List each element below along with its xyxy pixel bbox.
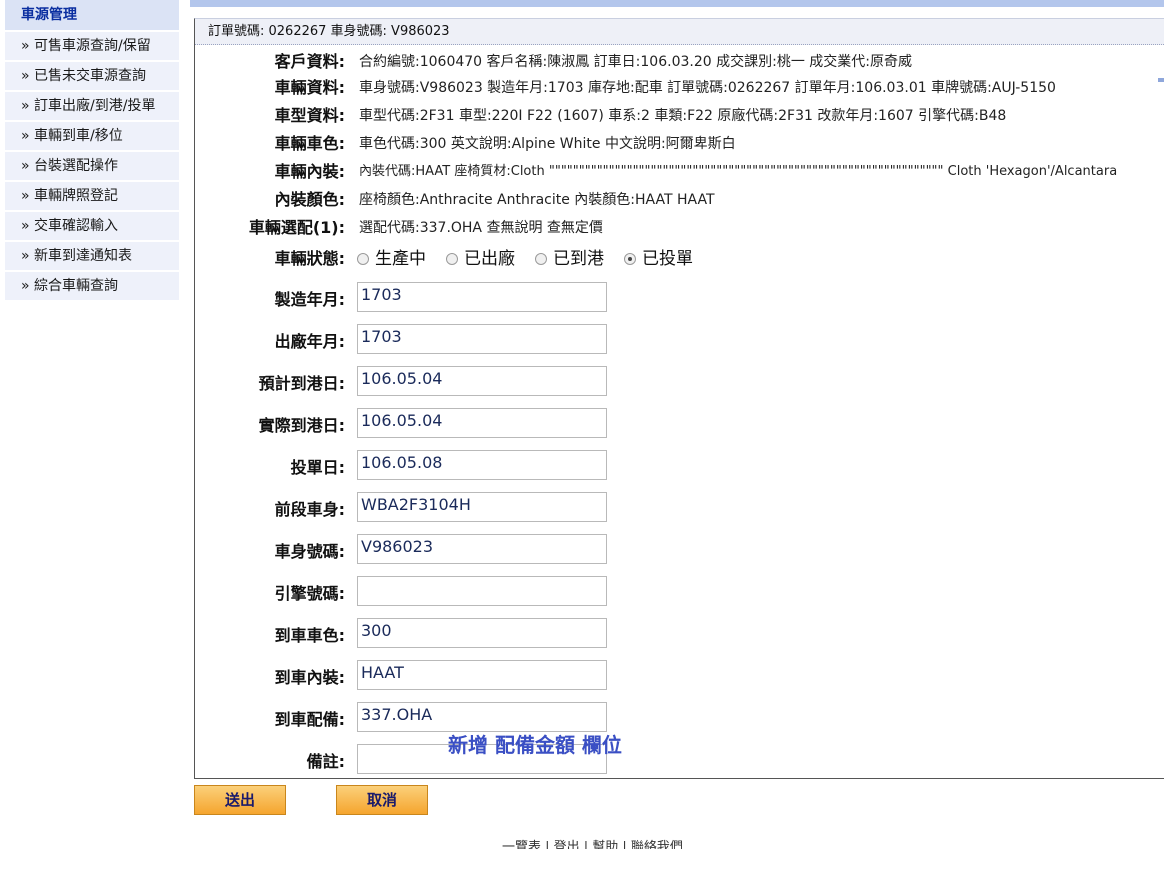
radio-button-selected[interactable]: [624, 253, 636, 265]
vin-prefix-input[interactable]: WBA2F3104H: [357, 492, 607, 522]
info-value: 車色代碼:300 英文說明:Alpine White 中文說明:阿爾卑斯白: [359, 136, 736, 152]
actual-arrival-input[interactable]: 106.05.04: [357, 408, 607, 438]
factory-month-input[interactable]: 1703: [357, 324, 607, 354]
field-label-arrival-interior: 到車內裝:: [274, 668, 345, 687]
estimated-arrival-input[interactable]: 106.05.04: [357, 366, 607, 396]
vehicle-detail-panel: 訂單號碼: 0262267 車身號碼: V986023 客戶資料: 合約編號:1…: [194, 18, 1164, 779]
submit-button[interactable]: 送出: [194, 785, 286, 815]
annotation-note: 新增 配備金額 欄位: [448, 733, 622, 757]
radio-label: 已投單: [642, 249, 693, 269]
radio-label: 已到港: [553, 249, 604, 269]
sidebar-item-delivery-confirm[interactable]: » 交車確認輸入: [5, 212, 179, 240]
footer-links[interactable]: 一覽表 | 登出 | 幫助 | 聯絡我們: [502, 837, 712, 849]
cancel-button[interactable]: 取消: [336, 785, 428, 815]
engine-number-input[interactable]: [357, 576, 607, 606]
radio-button[interactable]: [357, 253, 369, 265]
field-label-estimated-arrival: 預計到港日:: [258, 374, 345, 393]
info-value: 選配代碼:337.OHA 查無說明 查無定價: [359, 220, 603, 236]
body-number-input[interactable]: V986023: [357, 534, 607, 564]
field-label-submit-date: 投單日:: [290, 458, 345, 477]
field-label-arrival-color: 到車車色:: [274, 626, 345, 645]
sidebar-item-sold-undelivered[interactable]: » 已售未交車源查詢: [5, 62, 179, 90]
info-label: 車輛選配(1):: [248, 218, 345, 237]
manufacture-month-input[interactable]: 1703: [357, 282, 607, 312]
sidebar-item-available-search[interactable]: » 可售車源查詢/保留: [5, 32, 179, 60]
info-label: 內裝顏色:: [274, 190, 345, 209]
submit-date-input[interactable]: 106.05.08: [357, 450, 607, 480]
panel-header: 訂單號碼: 0262267 車身號碼: V986023: [195, 19, 1164, 45]
status-option-producing[interactable]: 生產中: [357, 248, 426, 270]
radio-button[interactable]: [446, 253, 458, 265]
info-value: 合約編號:1060470 客戶名稱:陳淑鳳 訂車日:106.03.20 成交課別…: [359, 54, 912, 70]
radio-label: 已出廠: [464, 249, 515, 269]
sidebar-item-vehicle-search[interactable]: » 綜合車輛查詢: [5, 272, 179, 300]
field-label-remarks: 備註:: [306, 752, 345, 771]
field-label-actual-arrival: 實際到港日:: [258, 416, 345, 435]
radio-label: 生產中: [375, 249, 426, 269]
sidebar-item-arrival-notice[interactable]: » 新車到達通知表: [5, 242, 179, 270]
field-label-vin-prefix: 前段車身:: [274, 500, 345, 519]
info-label: 車輛資料:: [274, 78, 345, 97]
sidebar-item-plate-registration[interactable]: » 車輛牌照登記: [5, 182, 179, 210]
info-value: 內裝代碼:HAAT 座椅質材:Cloth """""""""""""""""""…: [359, 164, 1118, 179]
field-label-body-number: 車身號碼:: [274, 542, 345, 561]
field-label-engine-number: 引擎號碼:: [274, 584, 345, 603]
status-radio-group: 生產中 已出廠 已到港 已投單: [357, 248, 713, 270]
sidebar-item-arrival-transfer[interactable]: » 車輛到車/移位: [5, 122, 179, 150]
top-accent-bar: [190, 0, 1164, 7]
info-label: 車輛車色:: [274, 134, 345, 153]
info-label: 車輛內裝:: [274, 162, 345, 181]
status-label: 車輛狀態:: [274, 249, 345, 268]
sidebar-item-options-install[interactable]: » 台裝選配操作: [5, 152, 179, 180]
status-option-submitted[interactable]: 已投單: [624, 248, 693, 270]
sidebar: 車源管理 » 可售車源查詢/保留 » 已售未交車源查詢 » 訂車出廠/到港/投單…: [5, 0, 179, 300]
arrival-color-input[interactable]: 300: [357, 618, 607, 648]
status-option-arrived[interactable]: 已到港: [535, 248, 604, 270]
field-label-factory-month: 出廠年月:: [274, 332, 345, 351]
arrival-options-input[interactable]: 337.OHA: [357, 702, 607, 732]
info-value: 車身號碼:V986023 製造年月:1703 庫存地:配車 訂單號碼:02622…: [359, 80, 1056, 96]
arrival-interior-input[interactable]: HAAT: [357, 660, 607, 690]
info-value: 車型代碼:2F31 車型:220I F22 (1607) 車系:2 車類:F22…: [359, 108, 1007, 124]
radio-button[interactable]: [535, 253, 547, 265]
sidebar-title: 車源管理: [5, 0, 179, 30]
field-label-manufacture-month: 製造年月:: [274, 290, 345, 309]
info-label: 客戶資料:: [274, 52, 345, 71]
sidebar-item-order-shipping[interactable]: » 訂車出廠/到港/投單: [5, 92, 179, 120]
status-option-shipped[interactable]: 已出廠: [446, 248, 515, 270]
info-value: 座椅顏色:Anthracite Anthracite 內裝顏色:HAAT HAA…: [359, 192, 715, 208]
info-label: 車型資料:: [274, 106, 345, 125]
field-label-arrival-options: 到車配備:: [274, 710, 345, 729]
